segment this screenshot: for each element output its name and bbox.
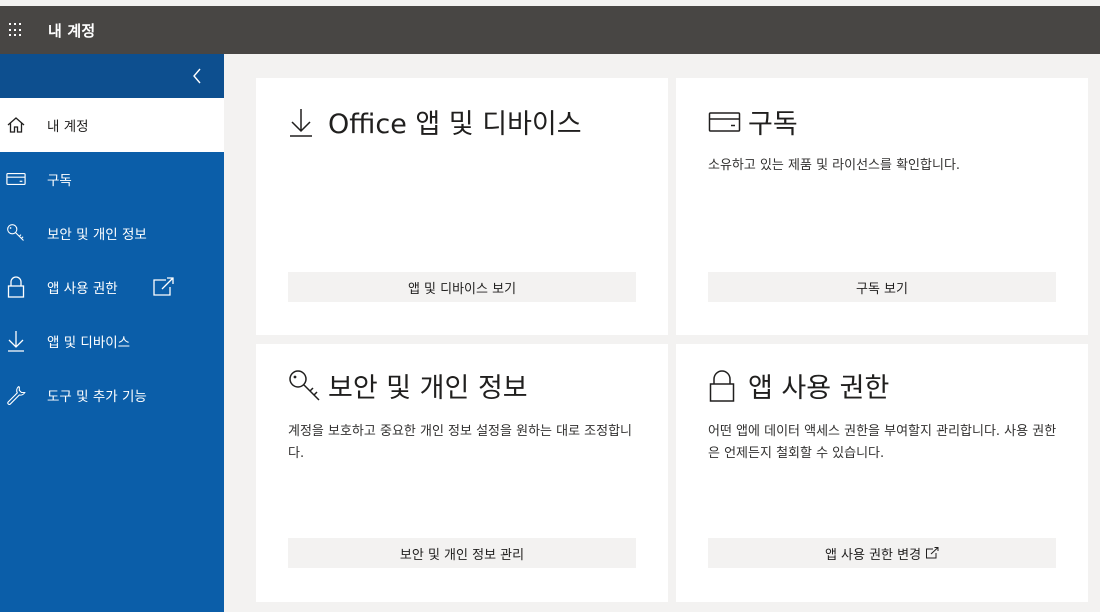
wrench-icon [6,383,26,407]
card-title: 보안 및 개인 정보 [288,366,528,405]
card-title-text: Office 앱 및 디바이스 [328,109,582,140]
card-title: 앱 사용 권한 [708,366,889,405]
subscriptions-card: 구독 소유하고 있는 제품 및 라이선스를 확인합니다. 구독 보기 [676,78,1088,335]
card-description: 소유하고 있는 제품 및 라이선스를 확인합니다. [708,158,961,173]
sidebar-item-label: 도구 및 추가 기능 [47,389,147,405]
card-title-text: 구독 [748,109,798,140]
home-icon [6,113,26,137]
app-title: 내 계정 [48,21,96,40]
chevron-left-icon[interactable] [190,68,204,84]
card-icon [6,167,26,191]
sidebar-item-label: 앱 사용 권한 [47,281,118,297]
lock-icon [708,368,742,404]
card-description: 계정을 보호하고 중요한 개인 정보 설정을 원하는 대로 조정합니다. [288,424,633,461]
app-launcher-icon[interactable] [9,23,23,37]
card-description: 어떤 앱에 데이터 액세스 권한을 부여할지 관리합니다. 사용 권한은 언제든… [708,424,1057,461]
change-app-permissions-button[interactable]: 앱 사용 권한 변경 [708,538,1056,568]
sidebar-item-security[interactable]: 보안 및 개인 정보 [0,206,224,260]
card-title: 구독 [708,102,798,141]
key-icon [6,221,26,245]
security-privacy-card: 보안 및 개인 정보 계정을 보호하고 중요한 개인 정보 설정을 원하는 대로… [256,344,668,602]
lock-icon [6,275,26,299]
sidebar-collapse-row [0,54,224,98]
sidebar-item-label: 내 계정 [47,119,89,135]
key-icon [288,368,322,404]
sidebar-item-label: 구독 [47,173,72,189]
external-link-icon [152,277,176,297]
sidebar-item-tools-addins[interactable]: 도구 및 추가 기능 [0,368,224,422]
sidebar-item-my-account[interactable]: 내 계정 [0,98,224,152]
sidebar-item-app-permissions[interactable]: 앱 사용 권한 [0,260,224,314]
manage-security-button[interactable]: 보안 및 개인 정보 관리 [288,538,636,568]
view-apps-devices-button[interactable]: 앱 및 디바이스 보기 [288,272,636,302]
app-permissions-card: 앱 사용 권한 어떤 앱에 데이터 액세스 권한을 부여할지 관리합니다. 사용… [676,344,1088,602]
button-label: 앱 사용 권한 변경 [824,547,922,563]
card-icon [708,104,742,140]
sidebar: 내 계정 구독 보안 및 개인 정보 앱 사용 권한 앱 및 디바이스 도구 및… [0,54,224,612]
download-icon [6,329,26,353]
sidebar-item-subscriptions[interactable]: 구독 [0,152,224,206]
office-apps-card: Office 앱 및 디바이스 앱 및 디바이스 보기 [256,78,668,335]
card-title-text: 보안 및 개인 정보 [328,373,528,404]
view-subscriptions-button[interactable]: 구독 보기 [708,272,1056,302]
card-title-text: 앱 사용 권한 [748,373,890,404]
sidebar-item-label: 보안 및 개인 정보 [47,227,147,243]
external-link-icon [925,547,939,559]
sidebar-item-apps-devices[interactable]: 앱 및 디바이스 [0,314,224,368]
top-bar: 내 계정 [0,0,1100,54]
download-icon [288,104,322,140]
sidebar-item-label: 앱 및 디바이스 [47,335,131,351]
card-title: Office 앱 및 디바이스 [288,102,582,141]
